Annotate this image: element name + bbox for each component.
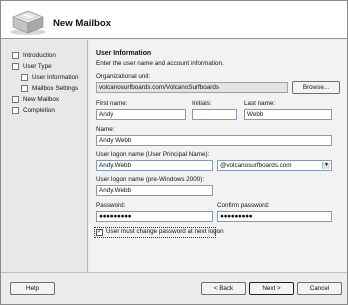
- confirm-password-label: Confirm password:: [217, 202, 270, 209]
- wizard-page: User Information Enter the user name and…: [89, 40, 347, 272]
- wizard-footer: Help < Back Next > Cancel: [1, 272, 347, 304]
- browse-button[interactable]: Browse...: [292, 81, 340, 94]
- page-description: Enter the user name and account informat…: [96, 60, 224, 67]
- wizard-title: New Mailbox: [53, 18, 112, 29]
- must-change-password-label: User must change password at next logon: [106, 228, 224, 235]
- step-status-icon: [12, 52, 19, 59]
- name-label: Name:: [96, 126, 115, 133]
- confirm-password-field[interactable]: ●●●●●●●●●: [217, 211, 332, 222]
- first-name-field[interactable]: Andy: [96, 109, 186, 120]
- step-status-icon: [21, 74, 28, 81]
- org-unit-label: Organizational unit:: [96, 73, 151, 80]
- step-status-icon: [12, 63, 19, 70]
- initials-field[interactable]: [192, 109, 237, 120]
- wizard-header: New Mailbox: [1, 1, 347, 39]
- step-status-icon: [12, 107, 19, 114]
- wizard-nav: Introduction User Type User Information …: [1, 40, 88, 272]
- next-button[interactable]: Next >: [249, 282, 294, 295]
- first-name-label: First name:: [96, 100, 128, 107]
- last-name-field[interactable]: Webb: [244, 109, 332, 120]
- nav-item-label: User Type: [23, 63, 52, 70]
- pre2000-label: User logon name (pre-Windows 2000):: [96, 176, 205, 183]
- initials-label: Initials:: [192, 100, 212, 107]
- step-status-icon: [12, 96, 19, 103]
- upn-label: User logon name (User Principal Name):: [96, 151, 210, 158]
- org-unit-field[interactable]: volcanosurfboards.com/VolcanoSurfboards: [96, 82, 288, 93]
- step-status-icon: [21, 85, 28, 92]
- upn-field[interactable]: Andy.Webb: [96, 160, 213, 171]
- nav-item-label: New Mailbox: [23, 96, 60, 103]
- help-button[interactable]: Help: [10, 282, 55, 295]
- page-heading: User Information: [96, 50, 152, 57]
- exchange-mailbox-icon: [10, 10, 46, 35]
- must-change-password-checkbox[interactable]: ✓: [96, 229, 103, 236]
- domain-dropdown[interactable]: @volcanosurfboards.com ▼: [217, 160, 332, 171]
- nav-item-label: User Information: [32, 74, 79, 81]
- last-name-label: Last name:: [244, 100, 276, 107]
- password-field[interactable]: ●●●●●●●●●: [96, 211, 213, 222]
- nav-item-label: Introduction: [23, 52, 56, 59]
- dropdown-arrow-icon[interactable]: ▼: [322, 162, 330, 169]
- password-label: Password:: [96, 202, 126, 209]
- back-button[interactable]: < Back: [201, 282, 246, 295]
- domain-value: @volcanosurfboards.com: [220, 162, 292, 169]
- name-field[interactable]: Andy Webb: [96, 135, 332, 146]
- nav-item-label: Completion: [23, 107, 55, 114]
- nav-item-label: Mailbox Settings: [32, 85, 79, 92]
- cancel-button[interactable]: Cancel: [297, 282, 342, 295]
- pre2000-field[interactable]: Andy.Webb: [96, 185, 213, 196]
